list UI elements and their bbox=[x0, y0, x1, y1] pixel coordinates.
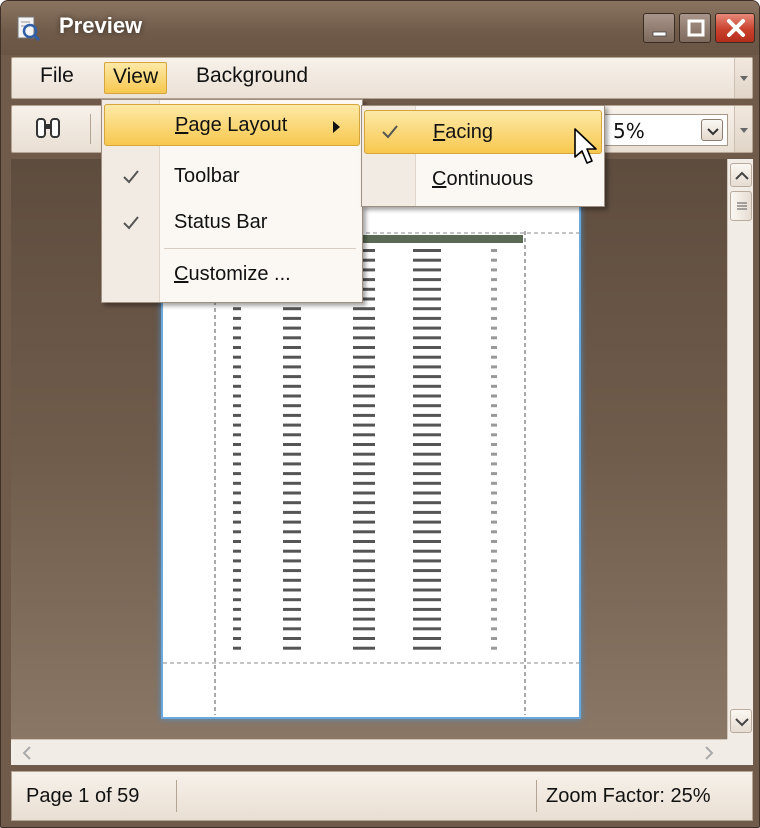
status-separator bbox=[536, 780, 537, 812]
thumbnail-row bbox=[233, 452, 497, 456]
thumbnail-row bbox=[233, 617, 497, 621]
thumbnail-row bbox=[233, 627, 497, 631]
thumbnail-row bbox=[233, 316, 497, 320]
title-bar[interactable]: Preview bbox=[1, 1, 759, 55]
chevron-down-icon bbox=[707, 128, 719, 136]
maximize-icon bbox=[687, 19, 705, 37]
vertical-scroll-thumb[interactable] bbox=[730, 191, 752, 221]
chevron-down-icon bbox=[735, 718, 749, 727]
thumbnail-row bbox=[233, 394, 497, 398]
menu-background[interactable]: Background bbox=[188, 62, 316, 94]
thumbnail-row bbox=[233, 375, 497, 379]
thumbnail-row bbox=[233, 423, 497, 427]
thumbnail-row bbox=[233, 578, 497, 582]
thumbnail-row bbox=[233, 443, 497, 446]
toolbar-overflow-button[interactable] bbox=[734, 106, 752, 152]
menu-background-label: Background bbox=[196, 64, 309, 87]
view-menu-dropdown: Page Layout Toolbar Status Bar Customize… bbox=[101, 99, 363, 303]
menubar-overflow-button[interactable] bbox=[734, 58, 752, 98]
app-icon bbox=[17, 16, 41, 41]
menu-item-facing[interactable]: Facing bbox=[364, 110, 602, 154]
checkmark-icon bbox=[123, 216, 139, 230]
page-layout-submenu: Facing Continuous bbox=[361, 105, 605, 207]
thumbnail-row bbox=[233, 462, 497, 466]
menu-file-label: File bbox=[40, 64, 74, 87]
chevron-up-icon bbox=[735, 171, 749, 180]
chevron-down-icon bbox=[740, 128, 748, 133]
menu-item-label: Continuous bbox=[432, 168, 534, 190]
thumbnail-row bbox=[233, 307, 497, 311]
thumbnail-row bbox=[233, 346, 497, 349]
checkmark-icon bbox=[382, 125, 398, 139]
thumbnail-row bbox=[233, 637, 497, 640]
thumbnail-row bbox=[233, 646, 497, 650]
thumbnail-row bbox=[233, 598, 497, 602]
thumbnail-row bbox=[233, 472, 497, 476]
zoom-dropdown-button[interactable] bbox=[701, 119, 723, 141]
horizontal-scrollbar[interactable] bbox=[11, 739, 727, 765]
grip-icon bbox=[737, 202, 747, 210]
zoom-value: 5% bbox=[613, 119, 645, 143]
menu-item-label: Page Layout bbox=[175, 114, 288, 136]
menu-item-toolbar[interactable]: Toolbar bbox=[104, 156, 360, 198]
menu-item-status-bar[interactable]: Status Bar bbox=[104, 202, 360, 244]
maximize-button[interactable] bbox=[679, 13, 711, 43]
thumbnail-row bbox=[233, 404, 497, 408]
window-title: Preview bbox=[59, 13, 143, 38]
menu-item-label: Toolbar bbox=[174, 165, 240, 187]
preview-window: Preview File View Background 5% Page 1 o… bbox=[0, 0, 760, 828]
minimize-icon bbox=[652, 31, 667, 37]
thumbnail-row bbox=[233, 530, 497, 534]
thumbnail-row bbox=[233, 607, 497, 611]
binoculars-icon[interactable] bbox=[34, 116, 62, 142]
menu-view-label: View bbox=[113, 65, 159, 88]
menu-item-label: Facing bbox=[433, 121, 494, 143]
thumbnail-row bbox=[233, 501, 497, 505]
thumbnail-row bbox=[233, 520, 497, 524]
page-info: Page 1 of 59 bbox=[26, 785, 140, 807]
zoom-factor: Zoom Factor: 25% bbox=[546, 785, 711, 807]
minimize-button[interactable] bbox=[643, 13, 675, 43]
mouse-cursor-icon bbox=[574, 128, 597, 164]
thumbnail-row bbox=[233, 384, 497, 388]
thumbnail-row bbox=[233, 433, 497, 437]
toolbar-separator bbox=[90, 114, 91, 144]
thumbnail-row bbox=[233, 326, 497, 330]
thumbnail-row bbox=[233, 336, 497, 340]
thumbnail-row bbox=[233, 355, 497, 359]
menu-item-page-layout[interactable]: Page Layout bbox=[104, 104, 360, 146]
thumbnail-row bbox=[233, 413, 497, 417]
thumbnail-row bbox=[233, 491, 497, 495]
menu-item-customize[interactable]: Customize ... bbox=[104, 254, 360, 296]
chevron-right-icon[interactable] bbox=[697, 742, 721, 764]
menu-item-label: Customize ... bbox=[174, 263, 291, 285]
close-icon bbox=[727, 19, 745, 37]
vertical-scrollbar[interactable] bbox=[727, 159, 753, 739]
menu-bar: File View Background bbox=[11, 57, 753, 99]
submenu-arrow-icon bbox=[333, 121, 340, 133]
thumbnail-row bbox=[233, 510, 497, 514]
thumbnail-row bbox=[233, 569, 497, 573]
close-button[interactable] bbox=[715, 13, 755, 43]
thumbnail-row bbox=[233, 365, 497, 369]
menu-item-label: Status Bar bbox=[174, 211, 268, 233]
chevron-down-icon bbox=[740, 76, 748, 81]
thumbnail-row bbox=[233, 540, 497, 543]
scroll-up-button[interactable] bbox=[730, 163, 752, 187]
menu-item-continuous[interactable]: Continuous bbox=[364, 158, 602, 202]
scroll-down-button[interactable] bbox=[730, 709, 752, 733]
thumbnail-row bbox=[233, 559, 497, 563]
thumbnail-row bbox=[233, 481, 497, 485]
menu-view[interactable]: View bbox=[104, 62, 168, 94]
status-separator bbox=[176, 780, 177, 812]
menu-separator bbox=[164, 248, 356, 249]
thumbnail-row bbox=[233, 588, 497, 592]
status-bar: Page 1 of 59 Zoom Factor: 25% bbox=[11, 771, 753, 821]
menu-file[interactable]: File bbox=[32, 62, 82, 94]
checkmark-icon bbox=[123, 170, 139, 184]
scrollbar-corner bbox=[727, 739, 753, 765]
thumbnail-row bbox=[233, 549, 497, 553]
chevron-left-icon[interactable] bbox=[15, 742, 39, 764]
zoom-combobox[interactable]: 5% bbox=[600, 114, 728, 146]
